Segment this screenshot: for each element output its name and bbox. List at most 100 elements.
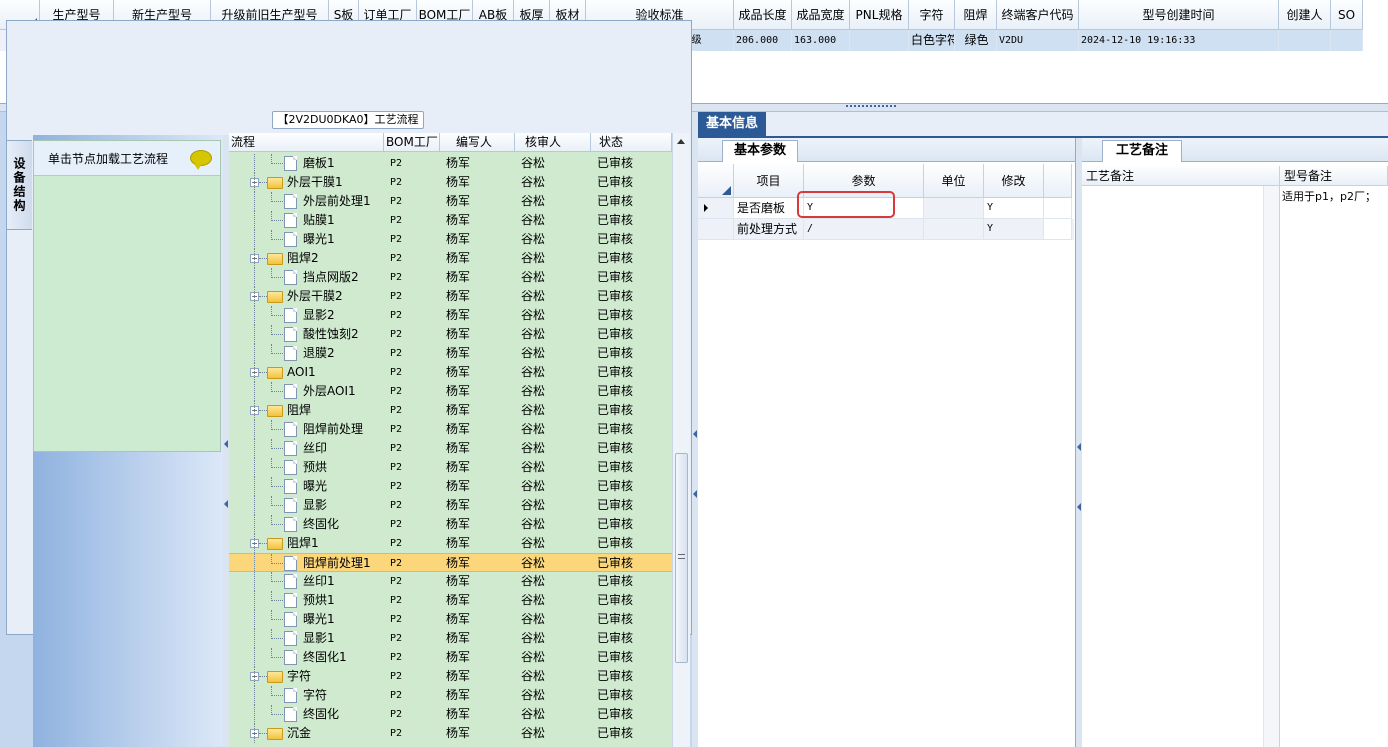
col-header[interactable]: SO	[1331, 0, 1363, 30]
col-header-bom[interactable]: BOM工厂	[384, 133, 440, 152]
tab-basic-params[interactable]: 基本参数	[722, 140, 798, 162]
tree-cell-writer: 杨军	[446, 460, 471, 474]
folder-icon	[267, 177, 283, 189]
tree-row[interactable]: 阻焊前处理1 P2 杨军 谷松 已审核	[229, 553, 672, 572]
model-note-field[interactable]: 适用于p1，p2厂；	[1282, 188, 1388, 204]
grid-cell[interactable]: 163.000	[792, 30, 850, 51]
tree-row[interactable]: − 阻焊 P2 杨军 谷松 已审核	[229, 401, 672, 420]
tree-row[interactable]: 预烘 P2 杨军 谷松 已审核	[229, 458, 672, 477]
tree-node-cell: 终固化1	[229, 648, 384, 667]
tree-row[interactable]: 曝光 P2 杨军 谷松 已审核	[229, 477, 672, 496]
tree-row[interactable]: 丝印 P2 杨军 谷松 已审核	[229, 439, 672, 458]
tree-row[interactable]: 显影2 P2 杨军 谷松 已审核	[229, 306, 672, 325]
document-icon	[284, 688, 297, 703]
tree-cell-reviewer: 谷松	[521, 726, 546, 740]
grid-cell[interactable]: 206.000	[734, 30, 792, 51]
tree-row[interactable]: − 阻焊1 P2 杨军 谷松 已审核	[229, 534, 672, 553]
cell-filler	[1044, 198, 1072, 219]
tab-process-notes[interactable]: 工艺备注	[1102, 140, 1182, 162]
tree-row[interactable]: 退膜2 P2 杨军 谷松 已审核	[229, 344, 672, 363]
grid-cell[interactable]: V2DU	[997, 30, 1079, 51]
col-header-writer[interactable]: 编写人	[440, 133, 515, 152]
tree-cell-status: 已审核	[597, 536, 634, 550]
col-header-modify[interactable]: 修改	[984, 164, 1044, 198]
tree-cell-status: 已审核	[597, 346, 634, 360]
grid-cell[interactable]: 2024-12-10 19:16:33	[1079, 30, 1279, 51]
col-header[interactable]: 字符	[909, 0, 955, 30]
tree-row[interactable]: 终固化 P2 杨军 谷松 已审核	[229, 705, 672, 724]
tree-cell-bom: P2	[390, 652, 403, 663]
tree-cell-writer: 杨军	[446, 346, 471, 360]
col-header[interactable]: 成品长度	[734, 0, 792, 30]
col-header-reviewer[interactable]: 核审人	[515, 133, 591, 152]
tree-row[interactable]: 显影1 P2 杨军 谷松 已审核	[229, 629, 672, 648]
col-header[interactable]: 终端客户代码	[997, 0, 1079, 30]
cell-param[interactable]: /	[804, 219, 924, 240]
tree-row[interactable]: − 阻焊2 P2 杨军 谷松 已审核	[229, 249, 672, 268]
tree-row[interactable]: 终固化1 P2 杨军 谷松 已审核	[229, 648, 672, 667]
grid-cell[interactable]: 绿色	[955, 30, 997, 51]
side-tab-device-structure[interactable]: 设备结构	[6, 140, 32, 230]
tree-node-label: 字符	[303, 688, 328, 702]
tree-row[interactable]: 挡点网版2 P2 杨军 谷松 已审核	[229, 268, 672, 287]
tree-scrollbar[interactable]	[672, 133, 690, 747]
tab-basic-info[interactable]: 基本信息	[698, 112, 766, 136]
scroll-thumb[interactable]	[675, 453, 688, 663]
tree-row[interactable]: 字符 P2 杨军 谷松 已审核	[229, 686, 672, 705]
tree-node-label: 终固化	[303, 517, 340, 531]
tree-cell-bom: P2	[390, 633, 403, 644]
tree-row[interactable]: 磨板1 P2 杨军 谷松 已审核	[229, 154, 672, 173]
tree-cell-reviewer: 谷松	[521, 270, 546, 284]
tree-row[interactable]: 显影 P2 杨军 谷松 已审核	[229, 496, 672, 515]
col-header-item[interactable]: 项目	[734, 164, 804, 198]
col-header[interactable]: 成品宽度	[792, 0, 850, 30]
tree-node-cell: 终固化	[229, 705, 384, 724]
tree-connector	[271, 353, 283, 354]
grid-cell[interactable]	[1331, 30, 1363, 51]
grid-cell[interactable]	[1279, 30, 1331, 51]
col-header-process-note[interactable]: 工艺备注	[1082, 166, 1280, 186]
tree-cell-status: 已审核	[597, 441, 634, 455]
tree-cell-reviewer: 谷松	[521, 346, 546, 360]
col-header-model-note[interactable]: 型号备注	[1280, 166, 1388, 186]
col-header[interactable]: 阻焊	[955, 0, 997, 30]
tree-cell-bom: P2	[390, 405, 403, 416]
tree-row[interactable]: 曝光1 P2 杨军 谷松 已审核	[229, 610, 672, 629]
grid-cell[interactable]: 白色字符	[909, 30, 955, 51]
tree-connector	[271, 638, 283, 639]
col-header-unit[interactable]: 单位	[924, 164, 984, 198]
cell-unit[interactable]	[924, 198, 984, 219]
tree-row[interactable]: 预烘1 P2 杨军 谷松 已审核	[229, 591, 672, 610]
table-row[interactable]: 前处理方式 / Y	[698, 219, 1074, 240]
cell-unit[interactable]	[924, 219, 984, 240]
scroll-up-icon[interactable]	[677, 139, 685, 144]
tree-row[interactable]: − 沉金 P2 杨军 谷松 已审核	[229, 724, 672, 743]
tree-cell-writer: 杨军	[446, 707, 471, 721]
tree-row[interactable]: − 外层干膜1 P2 杨军 谷松 已审核	[229, 173, 672, 192]
tree-row[interactable]: − 外层干膜2 P2 杨军 谷松 已审核	[229, 287, 672, 306]
col-header-status[interactable]: 状态	[591, 133, 672, 152]
col-header[interactable]: PNL规格	[850, 0, 909, 30]
tree-row[interactable]: 酸性蚀刻2 P2 杨军 谷松 已审核	[229, 325, 672, 344]
tree-row[interactable]: 丝印1 P2 杨军 谷松 已审核	[229, 572, 672, 591]
node-hint-header[interactable]: 单击节点加载工艺流程	[34, 141, 220, 176]
tree-row[interactable]: 外层AOI1 P2 杨军 谷松 已审核	[229, 382, 672, 401]
tree-row[interactable]: − AOI1 P2 杨军 谷松 已审核	[229, 363, 672, 382]
cell-modify[interactable]: Y	[984, 198, 1044, 219]
tree-row[interactable]: 曝光1 P2 杨军 谷松 已审核	[229, 230, 672, 249]
process-note-field[interactable]	[1082, 186, 1280, 747]
col-header[interactable]: 创建人	[1279, 0, 1331, 30]
col-header[interactable]: 型号创建时间	[1079, 0, 1279, 30]
col-header-process[interactable]: 流程	[229, 133, 384, 152]
cell-modify[interactable]: Y	[984, 219, 1044, 240]
tree-row[interactable]: 外层前处理1 P2 杨军 谷松 已审核	[229, 192, 672, 211]
tree-row[interactable]: 贴膜1 P2 杨军 谷松 已审核	[229, 211, 672, 230]
tree-row[interactable]: − 字符 P2 杨军 谷松 已审核	[229, 667, 672, 686]
tree-row[interactable]: 阻焊前处理 P2 杨军 谷松 已审核	[229, 420, 672, 439]
tree-cell-reviewer: 谷松	[521, 422, 546, 436]
tree-node-label: 终固化1	[303, 650, 347, 664]
tree-node-label: 显影1	[303, 631, 335, 645]
note-scrollbar[interactable]	[1263, 186, 1279, 747]
tree-row[interactable]: 终固化 P2 杨军 谷松 已审核	[229, 515, 672, 534]
grid-cell[interactable]	[850, 30, 909, 51]
